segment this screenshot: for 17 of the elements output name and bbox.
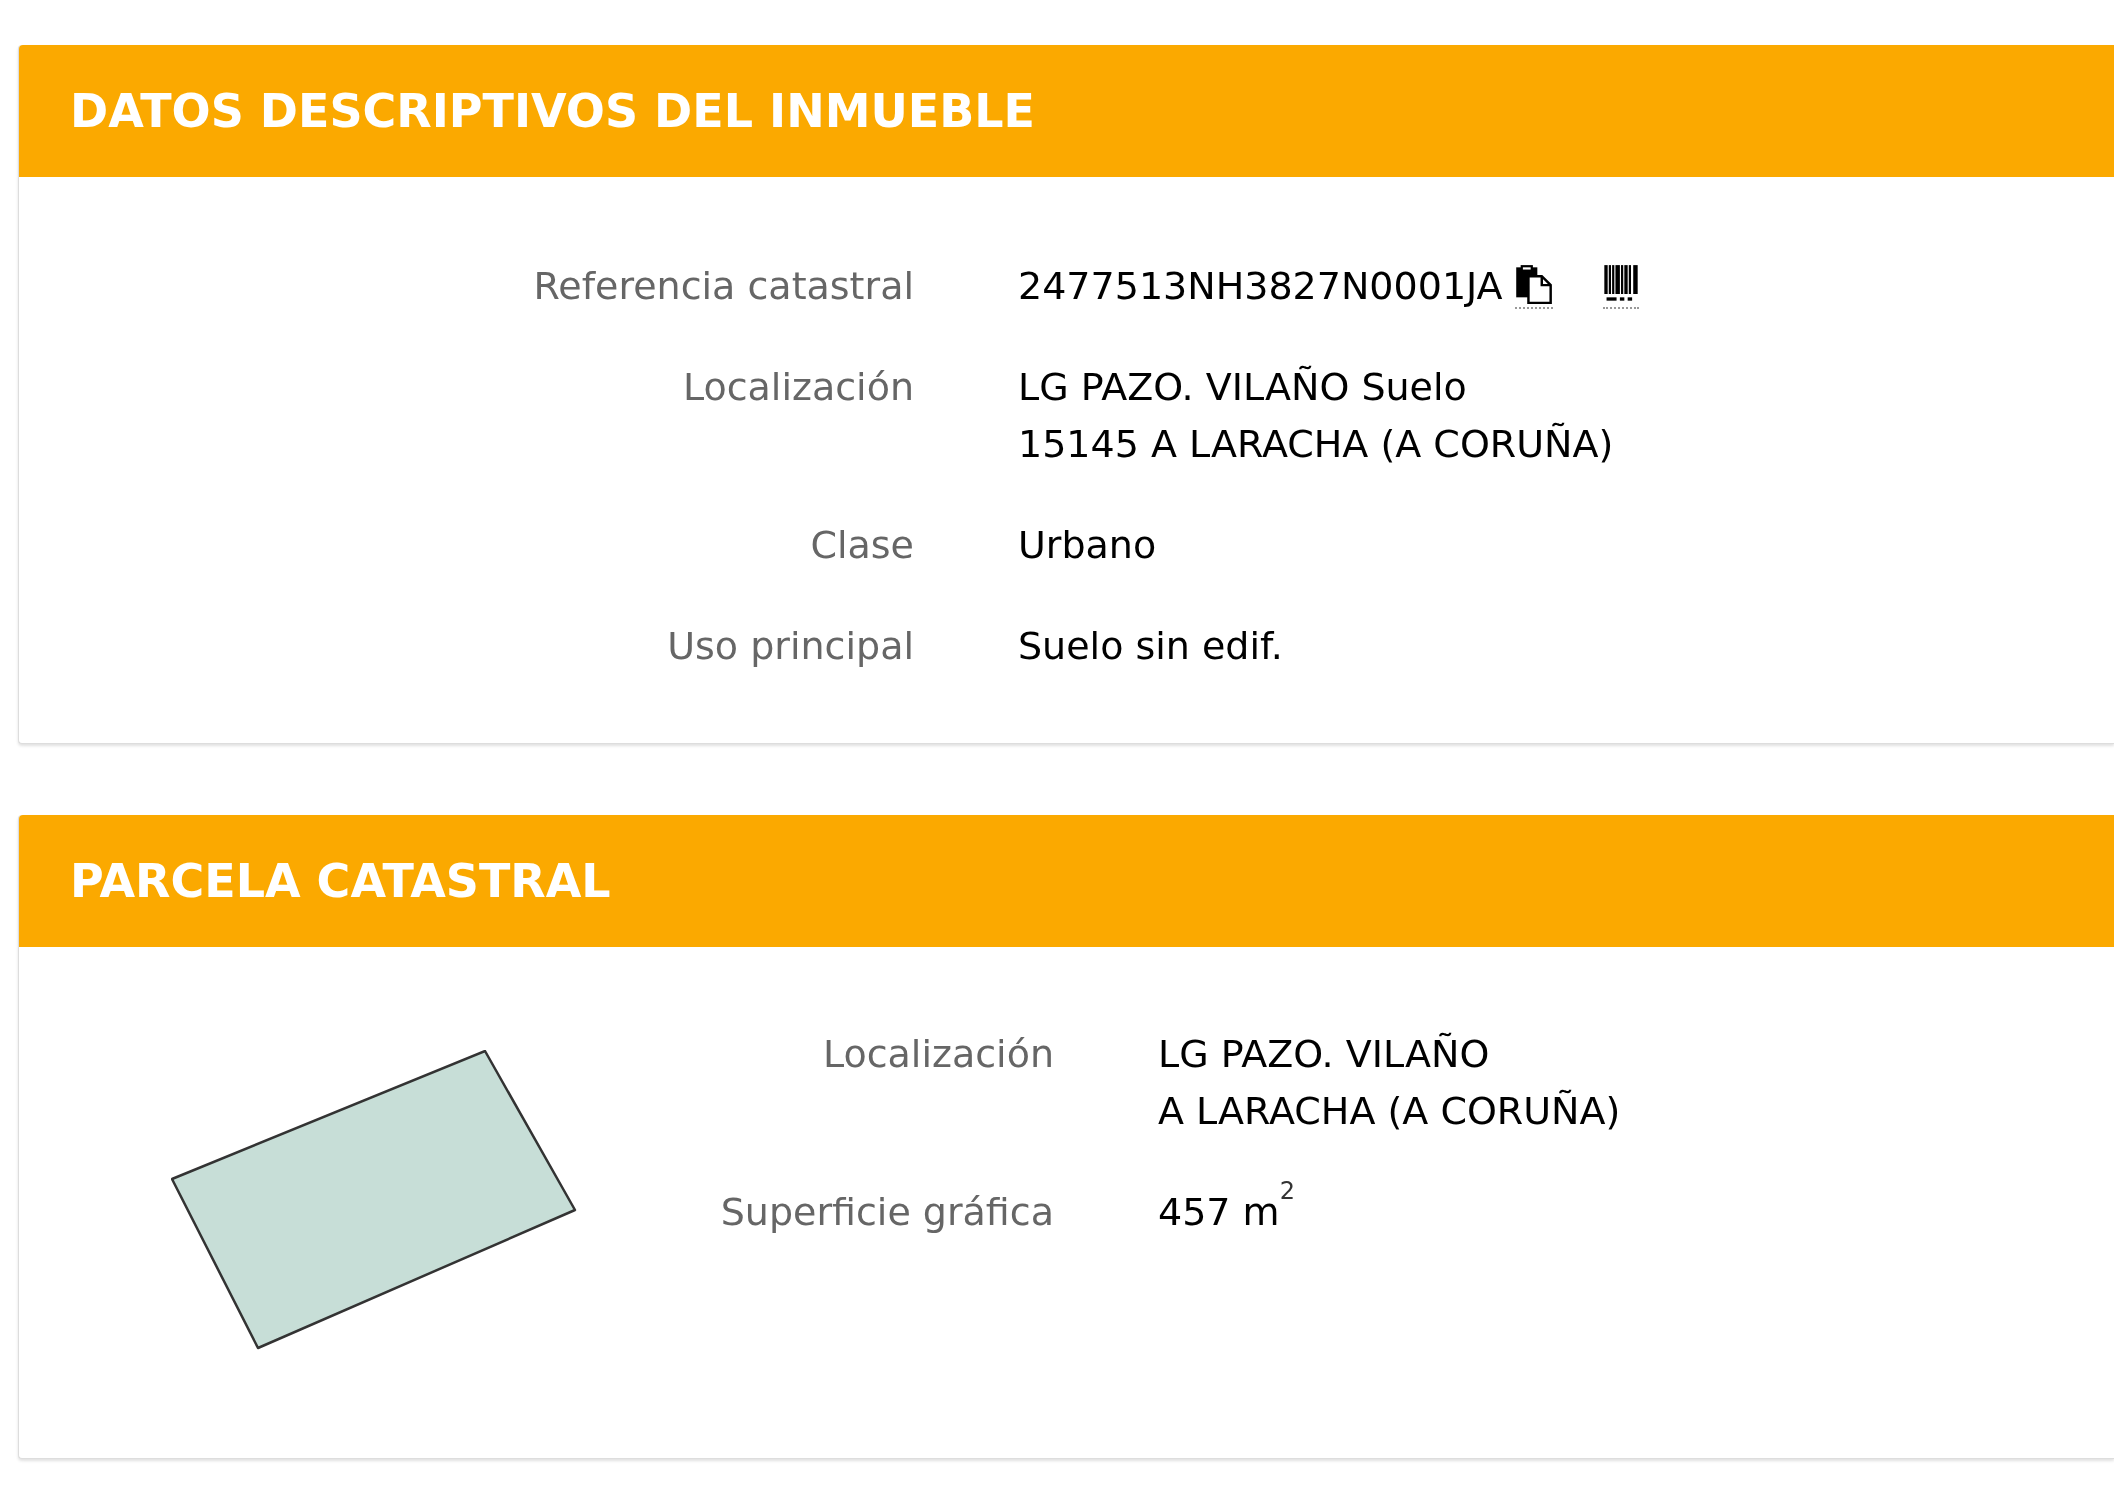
field-value: Suelo sin edif. [1018,623,1283,670]
field-value: LG PAZO. VILAÑO A LARACHA (A CORUÑA) [1158,1031,1621,1135]
field-label: Localización [822,1031,1054,1078]
barcode-button[interactable] [1602,264,1639,309]
field-label: Superficie gráfica [720,1189,1054,1236]
section-title: PARCELA CATASTRAL [70,858,611,904]
field-value: 2477513NH3827N0001JA [1018,263,1503,310]
field-label: Localización [682,364,914,411]
copy-icon [1514,264,1553,304]
copy-button[interactable] [1514,264,1553,309]
field-label: Referencia catastral [533,263,914,310]
barcode-icon [1602,264,1639,304]
field-value: Urbano [1018,522,1157,569]
section-title: DATOS DESCRIPTIVOS DEL INMUEBLE [70,88,1035,134]
field-value: LG PAZO. VILAÑO Suelo 15145 A LARACHA (A CORUÑA) [1018,364,1614,468]
field-label: Clase [810,522,914,569]
field-label: Uso principal [667,623,914,670]
